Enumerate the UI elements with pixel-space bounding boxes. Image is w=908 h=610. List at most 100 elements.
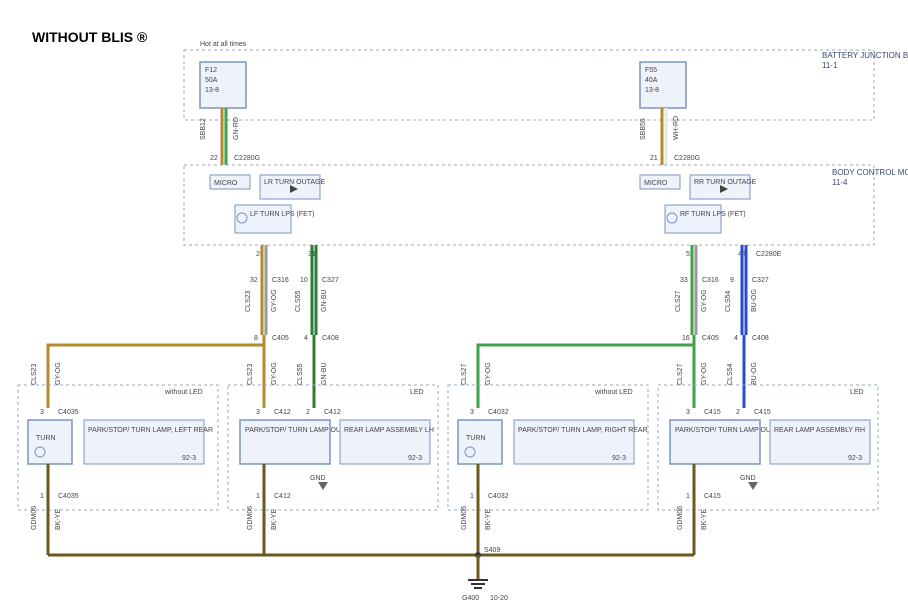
svg-text:RR TURN OUTAGE: RR TURN OUTAGE — [694, 179, 757, 186]
svg-text:GY-OG: GY-OG — [701, 289, 708, 312]
svg-text:1: 1 — [256, 493, 260, 500]
bjb-ref: 11-1 — [822, 61, 838, 70]
svg-text:CLS23: CLS23 — [245, 290, 252, 312]
svg-text:MICRO: MICRO — [214, 180, 238, 187]
svg-text:BK-YE: BK-YE — [485, 509, 492, 530]
svg-text:C415: C415 — [754, 409, 771, 416]
wire-bjb-right: SBB55 WH-RD 21 C2280G — [640, 108, 700, 165]
svg-text:GDM06: GDM06 — [461, 506, 468, 530]
svg-text:SBB55: SBB55 — [640, 118, 647, 140]
svg-text:C316: C316 — [702, 277, 719, 284]
fuse-f55-page: 13-8 — [645, 87, 659, 94]
svg-text:3: 3 — [40, 409, 44, 416]
svg-text:C4032: C4032 — [488, 409, 509, 416]
rf-fet — [665, 205, 721, 233]
svg-text:C4035: C4035 — [58, 409, 79, 416]
svg-text:BU-OG: BU-OG — [751, 289, 758, 312]
fuse-f12-amps: 50A — [205, 77, 218, 84]
svg-text:BK-YE: BK-YE — [271, 509, 278, 530]
svg-text:CLS54: CLS54 — [727, 363, 734, 385]
svg-text:CLS27: CLS27 — [461, 363, 468, 385]
svg-text:C405: C405 — [702, 335, 719, 342]
svg-text:C415: C415 — [704, 409, 721, 416]
svg-text:C4035: C4035 — [58, 493, 79, 500]
svg-text:8: 8 — [254, 335, 258, 342]
svg-text:1: 1 — [40, 493, 44, 500]
svg-text:WH-RD: WH-RD — [673, 116, 680, 140]
wire-bjb-left: SBB12 GN-RD 22 C2280G — [200, 108, 260, 165]
svg-text:32: 32 — [250, 277, 258, 284]
svg-text:GDM06: GDM06 — [247, 506, 254, 530]
bjb-name: BATTERY JUNCTION BOX (BJB) — [822, 51, 908, 60]
diagram-title: WITHOUT BLIS ® — [32, 29, 148, 45]
svg-text:LED: LED — [850, 389, 864, 396]
svg-text:BU-OG: BU-OG — [751, 362, 758, 385]
svg-text:CLS23: CLS23 — [31, 363, 38, 385]
svg-text:92-3: 92-3 — [612, 455, 626, 462]
svg-text:16: 16 — [682, 335, 690, 342]
svg-text:C408: C408 — [322, 335, 339, 342]
svg-text:C327: C327 — [322, 277, 339, 284]
svg-text:2: 2 — [306, 409, 310, 416]
svg-text:LF TURN LPS (FET): LF TURN LPS (FET) — [250, 211, 314, 218]
svg-text:3: 3 — [256, 409, 260, 416]
lamp-ll: without LED 3 C4035 TURN PARK/STOP/ TURN… — [18, 385, 218, 555]
svg-text:C405: C405 — [272, 335, 289, 342]
svg-text:PARK/STOP/ TURN LAMP, LEFT REA: PARK/STOP/ TURN LAMP, LEFT REAR — [88, 427, 213, 434]
svg-text:4: 4 — [734, 335, 738, 342]
svg-text:without LED: without LED — [594, 389, 633, 396]
svg-text:GND: GND — [740, 475, 756, 482]
svg-text:REAR LAMP ASSEMBLY RH: REAR LAMP ASSEMBLY RH — [774, 427, 865, 434]
svg-text:BK-YE: BK-YE — [701, 509, 708, 530]
svg-text:1: 1 — [470, 493, 474, 500]
svg-text:22: 22 — [210, 155, 218, 162]
lf-fet — [235, 205, 291, 233]
svg-text:GND: GND — [310, 475, 326, 482]
ground: S409 G400 10-20 — [48, 547, 694, 602]
svg-text:GN-BU: GN-BU — [321, 289, 328, 312]
svg-text:GY-OG: GY-OG — [485, 362, 492, 385]
svg-text:without LED: without LED — [164, 389, 203, 396]
svg-text:TURN: TURN — [466, 435, 485, 442]
svg-text:GY-OG: GY-OG — [271, 289, 278, 312]
svg-text:RF TURN LPS (FET): RF TURN LPS (FET) — [680, 211, 746, 218]
svg-text:9: 9 — [730, 277, 734, 284]
wires-right-set: 33 C316 9 C327 CLS27 GY-OG CLS54 BU-OG — [675, 245, 769, 335]
bjb-outline — [184, 50, 874, 120]
svg-text:C415: C415 — [704, 493, 721, 500]
wires-left-set: 32 C316 10 C327 CLS23 GY-OG CLS55 GN-BU — [245, 245, 339, 335]
fuse-f55-amps: 40A — [645, 77, 658, 84]
svg-text:2: 2 — [736, 409, 740, 416]
svg-text:33: 33 — [680, 277, 688, 284]
svg-text:GN-BU: GN-BU — [321, 362, 328, 385]
svg-text:MICRO: MICRO — [644, 180, 668, 187]
svg-text:C4032: C4032 — [488, 493, 509, 500]
svg-text:CLS23: CLS23 — [247, 363, 254, 385]
drop-labels: CLS23 GY-OG CLS23 GY-OG CLS55 GN-BU CLS2… — [31, 362, 758, 385]
fuse-f12-id: F12 — [205, 67, 217, 74]
svg-text:CLS27: CLS27 — [677, 363, 684, 385]
svg-text:92-3: 92-3 — [182, 455, 196, 462]
fuse-f12-page: 13-8 — [205, 87, 219, 94]
svg-text:CLS55: CLS55 — [297, 363, 304, 385]
wiring-diagram: WITHOUT BLIS ® Hot at all times BATTERY … — [0, 0, 908, 610]
svg-text:GN-RD: GN-RD — [233, 117, 240, 140]
svg-text:C327: C327 — [752, 277, 769, 284]
hot-label: Hot at all times — [200, 41, 247, 48]
svg-text:TURN: TURN — [36, 435, 55, 442]
fuse-f55-id: F55 — [645, 67, 657, 74]
svg-text:SBB12: SBB12 — [200, 118, 207, 140]
svg-text:C2280G: C2280G — [234, 155, 260, 162]
svg-text:C412: C412 — [324, 409, 341, 416]
svg-text:1: 1 — [686, 493, 690, 500]
svg-text:LED: LED — [410, 389, 424, 396]
svg-text:C408: C408 — [752, 335, 769, 342]
svg-text:C2280G: C2280G — [674, 155, 700, 162]
svg-text:C2280E: C2280E — [756, 251, 782, 258]
svg-text:C412: C412 — [274, 493, 291, 500]
svg-text:3: 3 — [470, 409, 474, 416]
svg-text:G400: G400 — [462, 595, 479, 602]
svg-text:REAR LAMP ASSEMBLY LH: REAR LAMP ASSEMBLY LH — [344, 427, 434, 434]
svg-text:10: 10 — [300, 277, 308, 284]
svg-text:GDM06: GDM06 — [31, 506, 38, 530]
